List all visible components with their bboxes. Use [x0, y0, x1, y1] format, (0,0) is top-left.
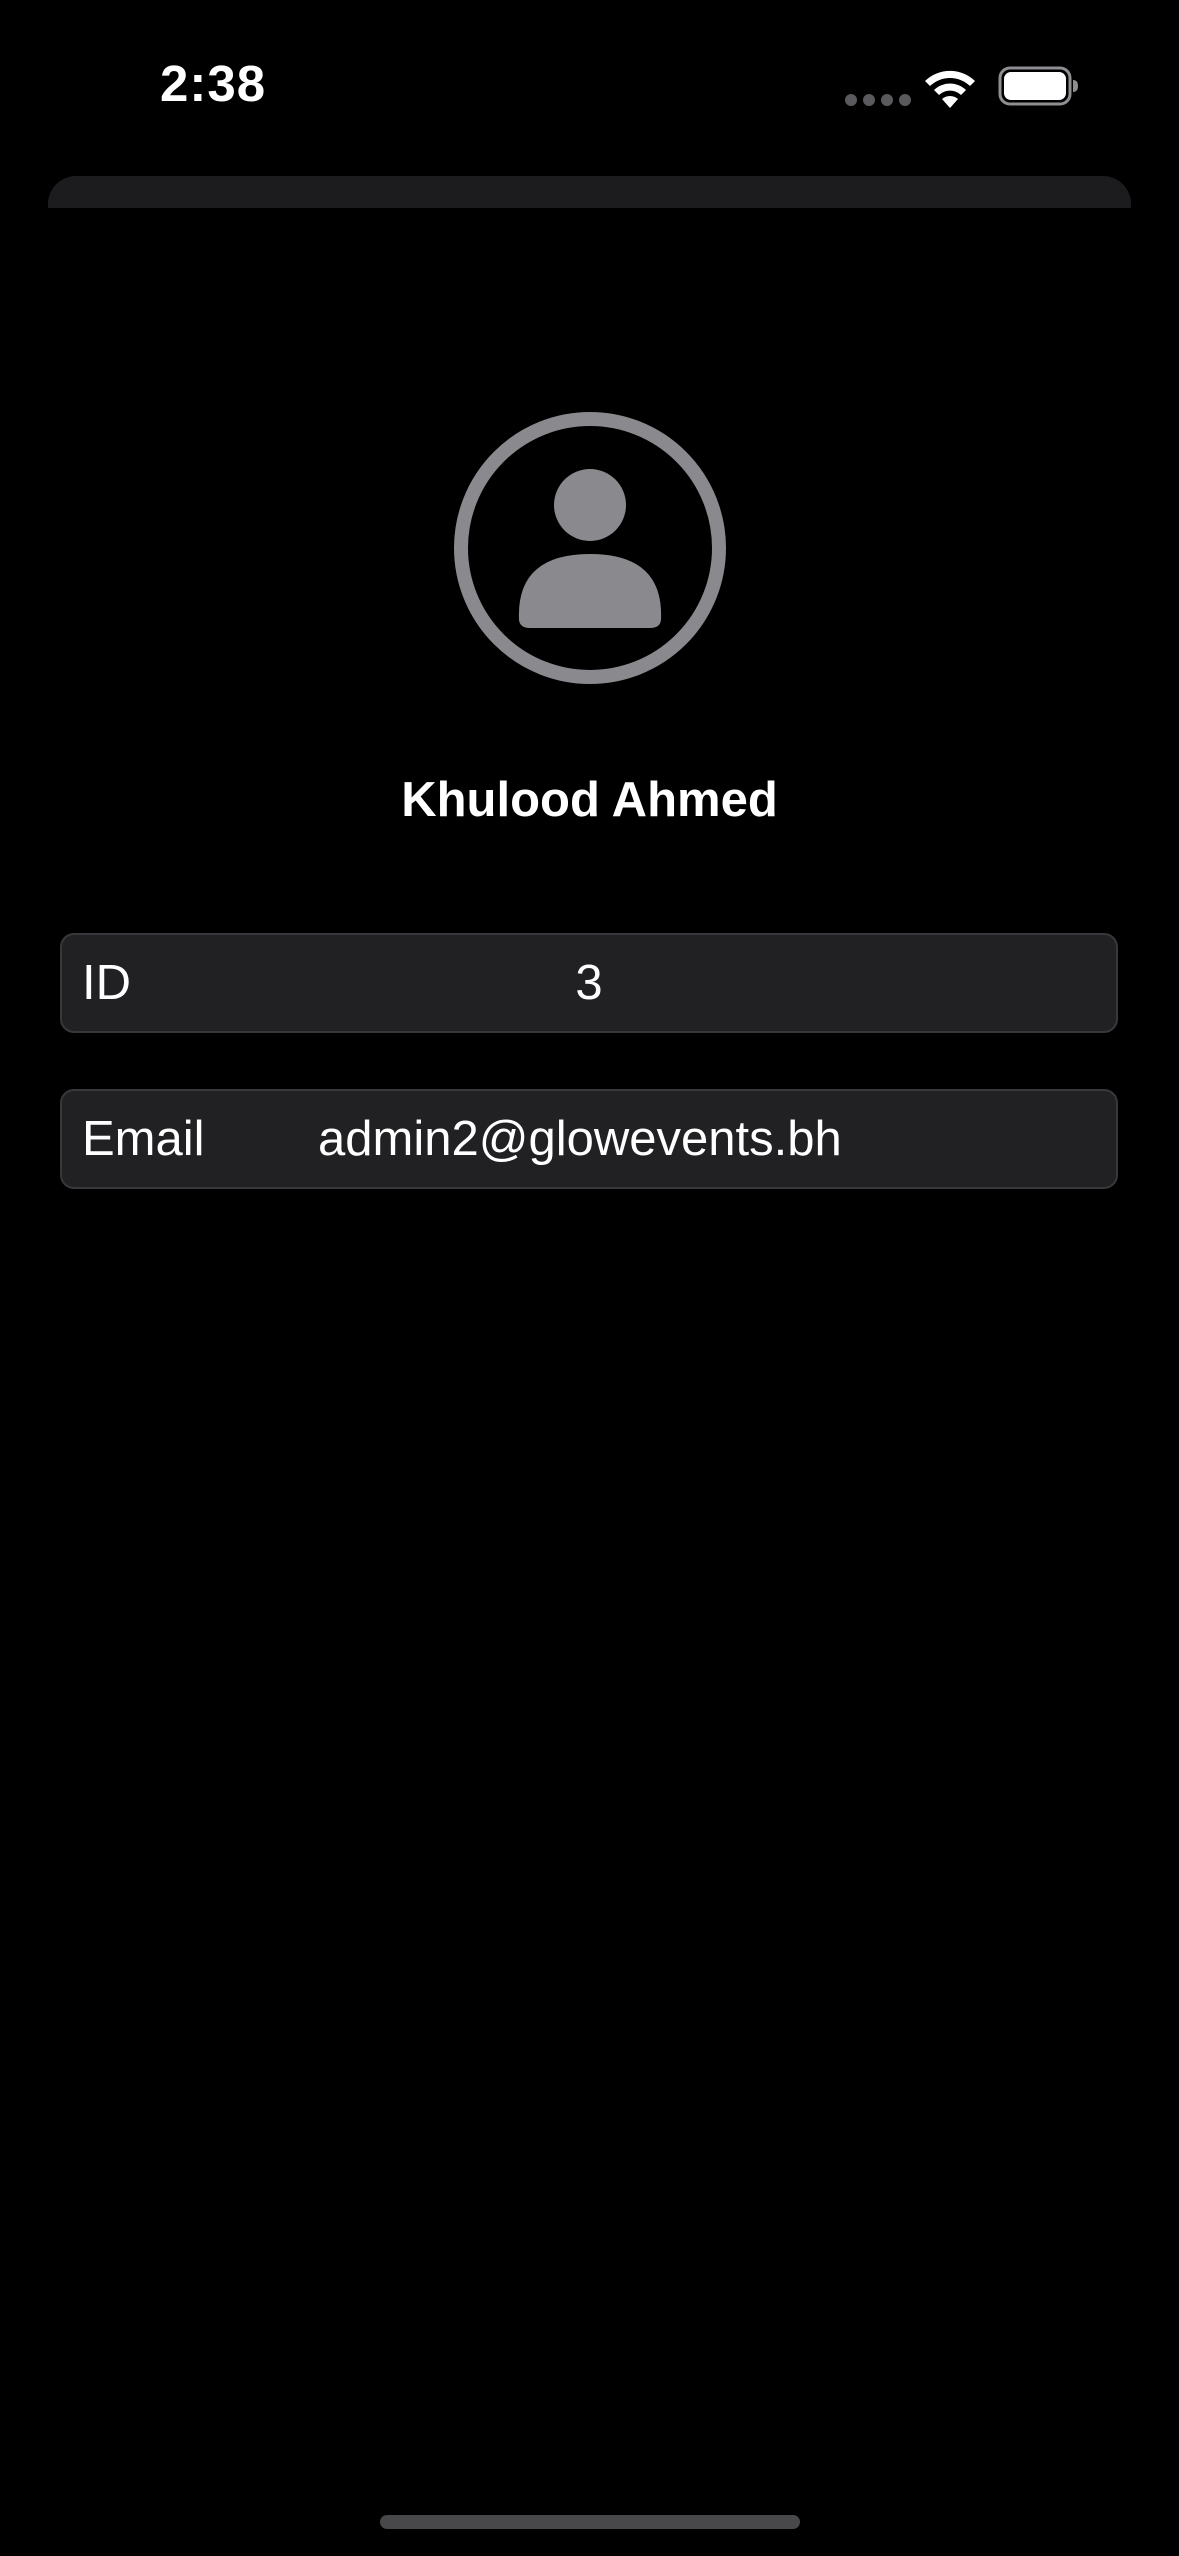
- email-label: Email: [82, 1112, 205, 1166]
- battery-icon: [998, 66, 1078, 106]
- profile-name: Khulood Ahmed: [401, 773, 778, 827]
- status-bar: 2:38: [0, 0, 1179, 170]
- sheet-top-edge: [48, 176, 1131, 208]
- id-value: 3: [575, 956, 603, 1010]
- email-value: admin2@glowevents.bh: [318, 1112, 842, 1166]
- email-field: Email admin2@glowevents.bh: [60, 1089, 1118, 1189]
- wifi-icon: [925, 70, 975, 108]
- person-circle-icon: [454, 412, 726, 684]
- status-time: 2:38: [160, 55, 267, 112]
- id-field: ID 3: [60, 933, 1118, 1033]
- cellular-signal-icon: [845, 94, 911, 106]
- home-indicator[interactable]: [380, 2515, 800, 2529]
